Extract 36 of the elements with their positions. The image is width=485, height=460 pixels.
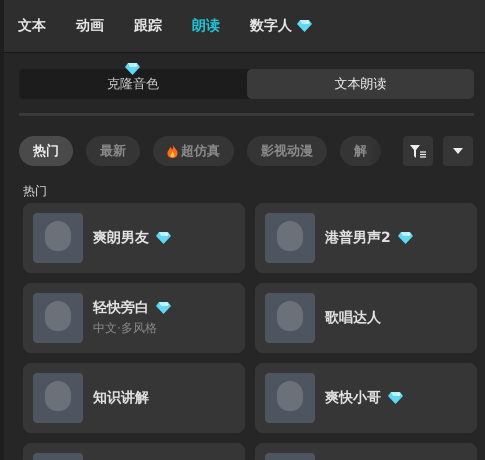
tab[interactable]: 动画 (76, 17, 104, 35)
voice-card[interactable]: 知识讲解 (23, 363, 245, 433)
category-chip[interactable]: 最新 (86, 136, 140, 166)
section-title: 热门 (23, 183, 47, 200)
voice-name: 爽快小哥 (325, 389, 381, 407)
voice-card[interactable]: 爽快小哥 (255, 363, 477, 433)
voice-card[interactable]: 港普男声2 (255, 203, 477, 273)
voice-name: 歌唱达人 (325, 309, 381, 327)
voice-name: 轻快旁白 (93, 299, 149, 317)
avatar-placeholder (265, 373, 315, 423)
tab[interactable]: 跟踪 (134, 17, 162, 35)
voice-subtitle: 中文·多风格 (93, 320, 158, 337)
category-chip[interactable]: 解 (340, 136, 381, 166)
avatar-placeholder (265, 293, 315, 343)
category-chip[interactable]: 热门 (19, 136, 73, 166)
segment-tab[interactable]: 文本朗读 (246, 69, 474, 99)
avatar-placeholder (33, 293, 83, 343)
caret-icon (453, 148, 463, 154)
filter-icon (410, 144, 426, 158)
avatar-placeholder (33, 213, 83, 263)
avatar-placeholder (33, 373, 83, 423)
dropdown-button[interactable] (443, 136, 473, 166)
voice-card[interactable]: 歌唱达人 (255, 283, 477, 353)
filter-button[interactable] (403, 136, 433, 166)
tab[interactable]: 文本 (18, 17, 46, 35)
segment-tab[interactable]: 克隆音色 (19, 69, 246, 99)
voice-name: 爽朗男友 (93, 229, 149, 247)
voice-card[interactable]: 轻快旁白 中文·多风格 (23, 283, 245, 353)
voice-card[interactable]: 爽朗男友 (23, 203, 245, 273)
category-chip[interactable]: 影视动漫 (247, 136, 327, 166)
voice-name: 知识讲解 (93, 389, 149, 407)
voice-name: 港普男声2 (325, 229, 391, 247)
category-chip[interactable]: 超仿真 (153, 136, 234, 166)
tab[interactable]: 数字人 (250, 17, 312, 35)
avatar-placeholder (265, 213, 315, 263)
tab[interactable]: 朗读 (192, 17, 220, 35)
